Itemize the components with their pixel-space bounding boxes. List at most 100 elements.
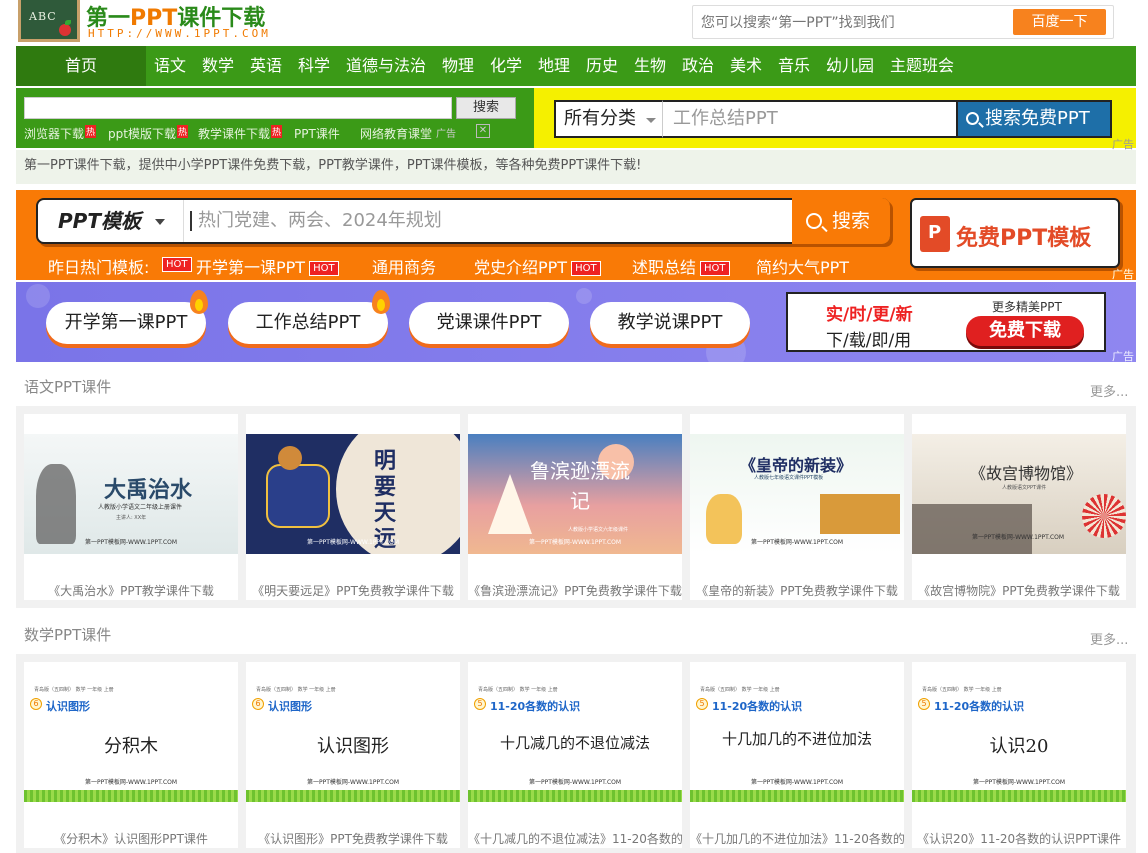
link-ppt-courseware[interactable]: PPT课件 xyxy=(294,125,340,142)
card-caption[interactable]: 《明天要远足》PPT免费教学课件下载 xyxy=(246,582,460,599)
chevron-down-icon xyxy=(155,219,165,225)
logo-image[interactable]: ABC xyxy=(18,0,80,42)
hot-template-link[interactable]: 通用商务 xyxy=(372,254,436,278)
nav-item[interactable]: 地理 xyxy=(538,46,570,86)
thumb-title: 认识20 xyxy=(989,736,1049,757)
hot-template-link[interactable]: 述职总结 HOT xyxy=(632,254,730,278)
free-ppt-template-link[interactable]: 免费PPT模板 xyxy=(910,198,1120,268)
baidu-search-input[interactable] xyxy=(701,13,1001,33)
thumb-footer: 第一PPT模板网-WWW.1PPT.COM xyxy=(84,539,178,546)
link-label: 教学课件下载 xyxy=(198,127,271,141)
card-caption[interactable]: 《十几减几的不退位减法》11-20各数的 xyxy=(468,830,682,847)
courseware-card[interactable]: 青岛版（五四制） 数学 一年级 上册 6 认识图形 分积木 第一PPT模板网-W… xyxy=(24,662,238,848)
card-caption[interactable]: 《故宫博物院》PPT免费教学课件下载 xyxy=(912,582,1126,599)
grass-decoration xyxy=(24,790,238,802)
palace-silhouette xyxy=(912,504,1032,554)
free-ppt-search-panel: 所有分类 工作总结PPT 搜索免费PPT 广告 xyxy=(534,88,1136,151)
nav-item[interactable]: 道德与法治 xyxy=(346,46,426,86)
topic-pill[interactable]: 工作总结PPT xyxy=(228,302,388,344)
card-caption[interactable]: 《皇帝的新装》PPT免费教学课件下载 xyxy=(690,582,904,599)
courseware-card[interactable]: 青岛版（五四制） 数学 一年级 上册 6 认识图形 认识图形 第一PPT模板网-… xyxy=(246,662,460,848)
thumb-footer: 第一PPT模板网-WWW.1PPT.COM xyxy=(306,539,400,546)
card-caption[interactable]: 《大禹治水》PPT教学课件下载 xyxy=(24,582,238,599)
hot-template-link[interactable]: 党史介绍PPT HOT xyxy=(474,254,601,278)
card-caption[interactable]: 《鲁滨逊漂流记》PPT免费教学课件下载 xyxy=(468,582,682,599)
hot-topics-banner: 开学第一课PPT 工作总结PPT 党课课件PPT 教学说课PPT 实/时/更/新… xyxy=(16,282,1136,372)
ad-headline: 实/时/更/新 xyxy=(826,305,913,325)
link-online-education[interactable]: 网络教育课堂 xyxy=(360,125,432,142)
thumbnail: 青岛版（五四制） 数学 一年级 上册 5 11-20各数的认识 十几加几的不进位… xyxy=(690,678,904,802)
thumbnail: 明要天远足 第一PPT模板网-WWW.1PPT.COM xyxy=(246,434,460,554)
hot-template-link[interactable]: 开学第一课PPT HOT xyxy=(196,254,339,278)
free-ppt-search-input[interactable]: 工作总结PPT xyxy=(662,100,958,138)
nav-item[interactable]: 主题班会 xyxy=(890,46,954,86)
courseware-card[interactable]: 大禹治水 人教版小学语文二年级上册课件 主讲人: XX年 第一PPT模板网-WW… xyxy=(24,414,238,600)
topic-pill[interactable]: 教学说课PPT xyxy=(590,302,750,344)
courseware-card[interactable]: 《故宫博物馆》 人教版语文PPT课件 第一PPT模板网-WWW.1PPT.COM… xyxy=(912,414,1126,600)
free-download-button[interactable]: 免费下载 xyxy=(966,316,1084,346)
nav-item[interactable]: 幼儿园 xyxy=(826,46,874,86)
button-label: 搜索免费PPT xyxy=(985,108,1090,129)
search-icon xyxy=(806,213,822,229)
link-teaching-courseware[interactable]: 教学课件下载热 xyxy=(198,125,283,142)
board-text: ABC xyxy=(29,10,57,23)
card-caption[interactable]: 《认识图形》PPT免费教学课件下载 xyxy=(246,830,460,847)
template-category-select[interactable]: PPT模板 xyxy=(38,200,184,242)
thumb-author: 主讲人: XX年 xyxy=(116,515,147,521)
link-ppt-template[interactable]: ppt模版下载热 xyxy=(108,125,188,142)
ad-label: 广告 xyxy=(1112,268,1134,281)
thumb-footer: 第一PPT模板网-WWW.1PPT.COM xyxy=(750,539,844,546)
courseware-card[interactable]: 青岛版（五四制） 数学 一年级 上册 5 11-20各数的认识 十几减几的不退位… xyxy=(468,662,682,848)
fire-icon xyxy=(372,290,390,314)
topic-pill[interactable]: 开学第一课PPT xyxy=(46,302,206,344)
topic-pill[interactable]: 党课课件PPT xyxy=(409,302,569,344)
nav-item[interactable]: 历史 xyxy=(586,46,618,86)
unit-number-badge: 5 xyxy=(474,698,486,710)
nav-item[interactable]: 语文 xyxy=(154,46,186,86)
courseware-card[interactable]: 明要天远足 第一PPT模板网-WWW.1PPT.COM 《明天要远足》PPT免费… xyxy=(246,414,460,600)
ppt-template-banner: PPT模板 热门党建、两会、2024年规划 搜索 免费PPT模板 昨日热门模板:… xyxy=(16,190,1136,281)
hot-template-link[interactable]: 简约大气PPT xyxy=(756,254,849,278)
thumb-title: 鲁滨逊漂流记 xyxy=(530,459,630,513)
section-more-link[interactable]: 更多... xyxy=(1090,629,1128,648)
nav-item[interactable]: 美术 xyxy=(730,46,762,86)
template-search-input[interactable]: 热门党建、两会、2024年规划 xyxy=(190,200,788,242)
search-free-ppt-button[interactable]: 搜索免费PPT xyxy=(956,100,1112,138)
main-nav: 首页 语文 数学 英语 科学 道德与法治 物理 化学 地理 历史 生物 政治 美… xyxy=(16,46,1136,86)
card-caption[interactable]: 《分积木》认识图形PPT课件 xyxy=(24,830,238,847)
fire-icon xyxy=(190,290,208,314)
thumb-subtitle: 人教版小学语文六年级课件 xyxy=(568,527,629,533)
courseware-card[interactable]: 《皇帝的新装》 人教版七年级语文课件PPT模板 第一PPT模板网-WWW.1PP… xyxy=(690,414,904,600)
link-browser-download[interactable]: 浏览器下载热 xyxy=(24,125,97,142)
courseware-card[interactable]: 鲁滨逊漂流记 人教版小学语文六年级课件 第一PPT模板网-WWW.1PPT.CO… xyxy=(468,414,682,600)
ad-close-button[interactable]: ✕ xyxy=(476,124,490,138)
thumb-edition: 青岛版（五四制） 数学 一年级 上册 xyxy=(922,687,1002,693)
courseware-card[interactable]: 青岛版（五四制） 数学 一年级 上册 5 11-20各数的认识 认识20 第一P… xyxy=(912,662,1126,848)
category-select[interactable]: 所有分类 xyxy=(554,100,664,138)
baidu-search-button[interactable]: 百度一下 xyxy=(1013,9,1106,35)
site-search-button[interactable]: 搜索 xyxy=(456,97,516,119)
card-caption[interactable]: 《十几加几的不进位加法》11-20各数的 xyxy=(690,830,904,847)
thumb-title: 《皇帝的新装》 xyxy=(740,456,853,475)
thumbnail: 《皇帝的新装》 人教版七年级语文课件PPT模板 第一PPT模板网-WWW.1PP… xyxy=(690,434,904,554)
hot-badge: HOT xyxy=(571,261,601,276)
link-label: 党史介绍PPT xyxy=(474,258,568,277)
nav-home[interactable]: 首页 xyxy=(16,46,146,86)
free-download-ad[interactable]: 实/时/更/新 下/载/即/用 更多精美PPT 免费下载 xyxy=(786,292,1106,352)
thumb-title: 十几加几的不进位加法 xyxy=(721,730,872,748)
card-caption[interactable]: 《认识20》11-20各数的认识PPT课件 xyxy=(912,830,1126,847)
nav-item[interactable]: 英语 xyxy=(250,46,282,86)
nav-item[interactable]: 数学 xyxy=(202,46,234,86)
section-more-link[interactable]: 更多... xyxy=(1090,381,1128,400)
thumbnail: 青岛版（五四制） 数学 一年级 上册 5 11-20各数的认识 十几减几的不退位… xyxy=(468,678,682,802)
nav-item[interactable]: 生物 xyxy=(634,46,666,86)
nav-item[interactable]: 政治 xyxy=(682,46,714,86)
courseware-card[interactable]: 青岛版（五四制） 数学 一年级 上册 5 11-20各数的认识 十几加几的不进位… xyxy=(690,662,904,848)
template-search-button[interactable]: 搜索 xyxy=(792,198,890,244)
unit-number-badge: 5 xyxy=(696,698,708,710)
nav-item[interactable]: 化学 xyxy=(490,46,522,86)
nav-item[interactable]: 音乐 xyxy=(778,46,810,86)
site-search-input[interactable] xyxy=(24,97,452,119)
nav-item[interactable]: 物理 xyxy=(442,46,474,86)
nav-item[interactable]: 科学 xyxy=(298,46,330,86)
